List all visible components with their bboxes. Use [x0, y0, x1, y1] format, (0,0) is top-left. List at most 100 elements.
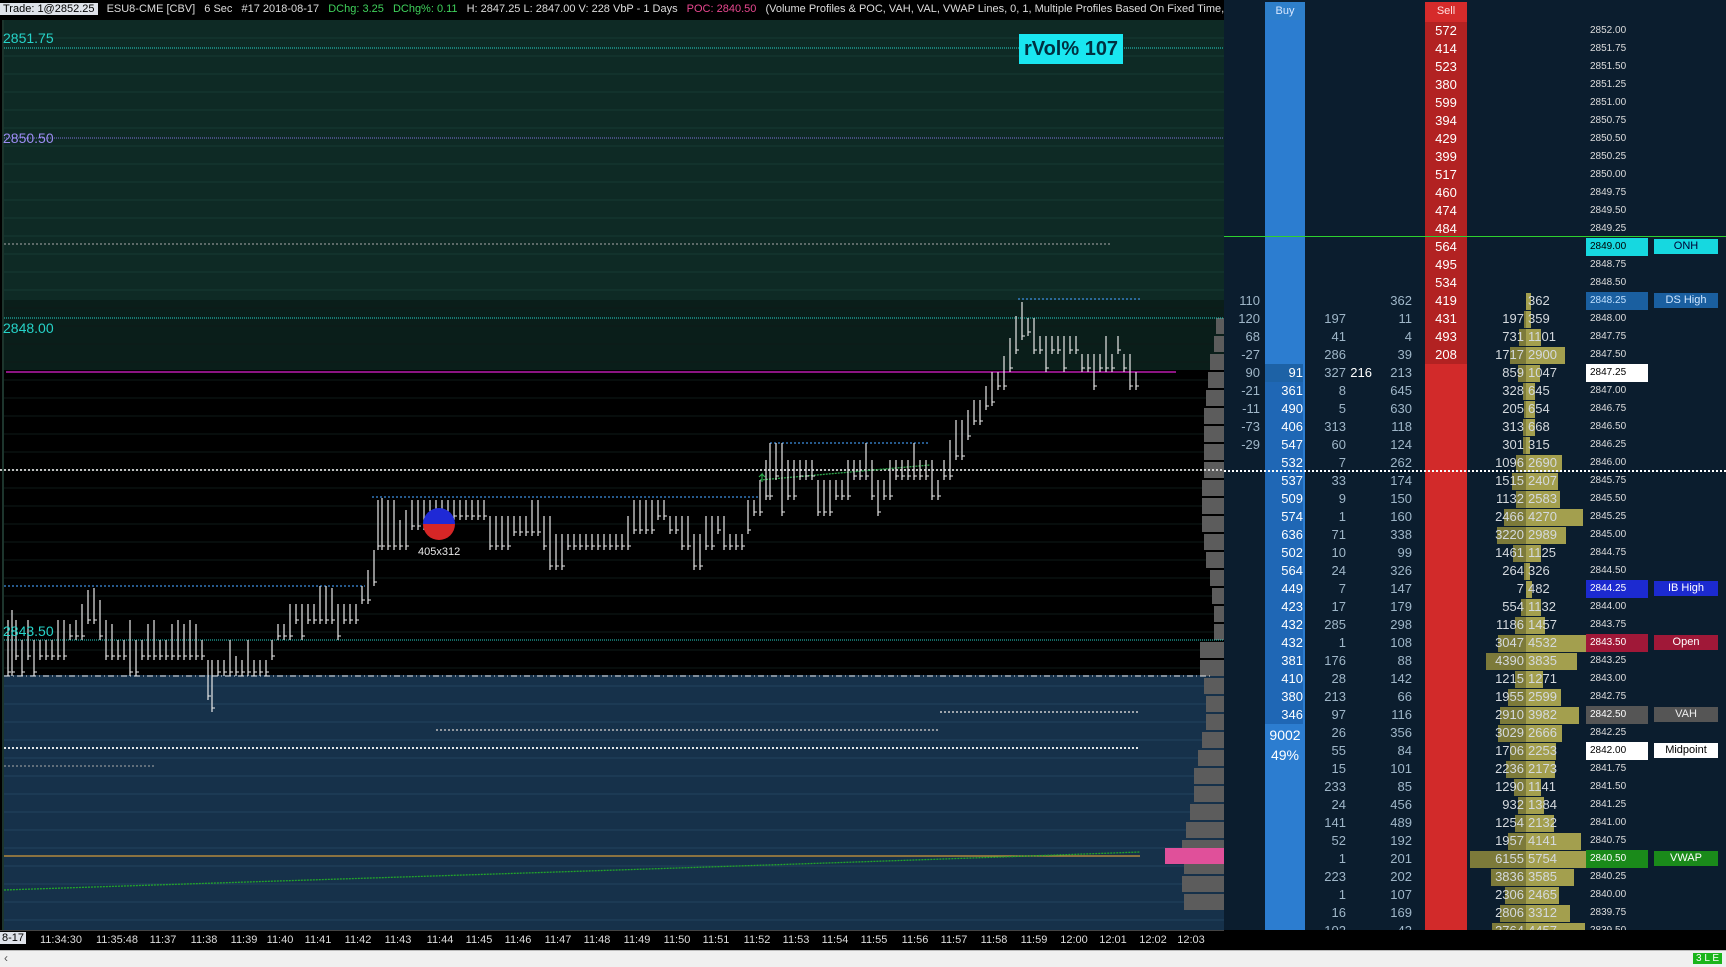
ladder-price-cell[interactable]: 2839.75: [1586, 904, 1648, 922]
sell-volume-cell[interactable]: 495: [1425, 256, 1467, 274]
ladder-price-cell[interactable]: 2851.50: [1586, 58, 1648, 76]
buy-volume-cell[interactable]: 564: [1265, 562, 1303, 580]
buy-volume-cell[interactable]: 432: [1265, 616, 1303, 634]
ladder-price-cell[interactable]: 2843.50: [1586, 634, 1648, 652]
buy-volume-cell[interactable]: 502: [1265, 544, 1303, 562]
mid-profile-band: [4, 300, 1224, 370]
ladder-price-cell[interactable]: 2842.25: [1586, 724, 1648, 742]
sell-volume-cell[interactable]: 460: [1425, 184, 1467, 202]
ladder-price-cell[interactable]: 2851.25: [1586, 76, 1648, 94]
sell-volume-cell[interactable]: 414: [1425, 40, 1467, 58]
ladder-price-cell[interactable]: 2846.50: [1586, 418, 1648, 436]
ladder-price-cell[interactable]: 2847.25: [1586, 364, 1648, 382]
ladder-price-cell[interactable]: 2845.75: [1586, 472, 1648, 490]
buy-volume-cell[interactable]: 432: [1265, 634, 1303, 652]
buy-volume-cell[interactable]: 361: [1265, 382, 1303, 400]
ladder-price-cell[interactable]: 2846.25: [1586, 436, 1648, 454]
status-bar: ‹ 3 L E: [0, 950, 1726, 967]
price-chart[interactable]: Trade: 1@2852.25 ESU8-CME [CBV] 6 Sec #1…: [0, 0, 1224, 930]
ladder-price-cell[interactable]: 2840.50: [1586, 850, 1648, 868]
buy-volume-cell[interactable]: 346: [1265, 706, 1303, 724]
ladder-price-cell[interactable]: 2844.00: [1586, 598, 1648, 616]
ladder-price-cell[interactable]: 2840.75: [1586, 832, 1648, 850]
sell-volume-cell[interactable]: 599: [1425, 94, 1467, 112]
ladder-price-cell[interactable]: 2848.50: [1586, 274, 1648, 292]
ladder-price-cell[interactable]: 2842.00: [1586, 742, 1648, 760]
ladder-price-cell[interactable]: 2841.25: [1586, 796, 1648, 814]
sell-volume-cell[interactable]: 419: [1425, 292, 1467, 310]
ask-volume-cell: 202: [1390, 869, 1412, 884]
ladder-price-cell[interactable]: 2844.50: [1586, 562, 1648, 580]
sell-volume-cell[interactable]: 474: [1425, 202, 1467, 220]
ladder-price-cell[interactable]: 2848.75: [1586, 256, 1648, 274]
buy-volume-cell[interactable]: 380: [1265, 688, 1303, 706]
ladder-price-cell[interactable]: 2845.25: [1586, 508, 1648, 526]
buy-volume-cell[interactable]: 636: [1265, 526, 1303, 544]
ladder-price-cell[interactable]: 2840.00: [1586, 886, 1648, 904]
ladder-price-cell[interactable]: 2843.25: [1586, 652, 1648, 670]
ladder-price-cell[interactable]: 2847.50: [1586, 346, 1648, 364]
buy-volume-cell[interactable]: 547: [1265, 436, 1303, 454]
buy-column-header[interactable]: Buy: [1265, 2, 1305, 20]
ladder-price-cell[interactable]: 2850.25: [1586, 148, 1648, 166]
buy-volume-cell[interactable]: 509: [1265, 490, 1303, 508]
ladder-price-cell[interactable]: 2848.00: [1586, 310, 1648, 328]
sell-volume-cell[interactable]: 493: [1425, 328, 1467, 346]
volume-profile-bar: [1210, 354, 1224, 370]
buy-volume-cell[interactable]: 423: [1265, 598, 1303, 616]
ladder-price-cell[interactable]: 2852.00: [1586, 22, 1648, 40]
buy-volume-cell[interactable]: 574: [1265, 508, 1303, 526]
volume-profile-bar: [1200, 660, 1224, 676]
ladder-price-cell[interactable]: 2845.50: [1586, 490, 1648, 508]
ladder-price-cell[interactable]: 2842.75: [1586, 688, 1648, 706]
scroll-left-icon[interactable]: ‹: [4, 951, 8, 965]
ladder-price-cell[interactable]: 2844.25: [1586, 580, 1648, 598]
ladder-price-cell[interactable]: 2851.00: [1586, 94, 1648, 112]
ladder-price-cell[interactable]: 2843.75: [1586, 616, 1648, 634]
ladder-price-cell[interactable]: 2851.75: [1586, 40, 1648, 58]
ladder-price-cell[interactable]: 2839.50: [1586, 922, 1648, 930]
sell-column-header[interactable]: Sell: [1425, 2, 1467, 20]
sell-volume-cell[interactable]: 429: [1425, 130, 1467, 148]
buy-volume-cell[interactable]: 449: [1265, 580, 1303, 598]
buy-volume-cell[interactable]: 490: [1265, 400, 1303, 418]
buy-volume-cell[interactable]: 91: [1265, 364, 1303, 382]
profile-volume-right-cell: 1132: [1528, 599, 1556, 614]
ladder-price-cell[interactable]: 2844.75: [1586, 544, 1648, 562]
sell-volume-cell[interactable]: 380: [1425, 76, 1467, 94]
ladder-price-cell[interactable]: 2841.75: [1586, 760, 1648, 778]
ladder-price-cell[interactable]: 2846.75: [1586, 400, 1648, 418]
price-ladder-dom[interactable]: Buy Sell 572 2852.00 414 2851.75 523 2851.50 3…: [1224, 0, 1726, 930]
buy-volume-cell[interactable]: 537: [1265, 472, 1303, 490]
ladder-price-cell[interactable]: 2847.75: [1586, 328, 1648, 346]
ladder-price-cell[interactable]: 2842.50: [1586, 706, 1648, 724]
buy-volume-cell[interactable]: 410: [1265, 670, 1303, 688]
buy-volume-cell[interactable]: 381: [1265, 652, 1303, 670]
ladder-price-cell[interactable]: 2841.50: [1586, 778, 1648, 796]
ladder-price-cell[interactable]: 2850.75: [1586, 112, 1648, 130]
ladder-price-cell[interactable]: 2843.00: [1586, 670, 1648, 688]
ladder-price-cell[interactable]: 2848.25: [1586, 292, 1648, 310]
sell-volume-cell[interactable]: 394: [1425, 112, 1467, 130]
sell-volume-cell[interactable]: 399: [1425, 148, 1467, 166]
ladder-price-cell[interactable]: 2849.50: [1586, 202, 1648, 220]
ladder-price-cell[interactable]: 2841.00: [1586, 814, 1648, 832]
ladder-price-cell[interactable]: 2849.75: [1586, 184, 1648, 202]
buy-volume-cell[interactable]: 406: [1265, 418, 1303, 436]
sell-volume-cell[interactable]: 534: [1425, 274, 1467, 292]
sell-volume-cell[interactable]: 572: [1425, 22, 1467, 40]
drawing-marker-circle[interactable]: [423, 508, 455, 540]
ladder-price-cell[interactable]: 2850.50: [1586, 130, 1648, 148]
sell-volume-cell[interactable]: 431: [1425, 310, 1467, 328]
ladder-price-cell[interactable]: 2845.00: [1586, 526, 1648, 544]
sell-volume-cell[interactable]: 208: [1425, 346, 1467, 364]
profile-volume-left-cell: 731: [1502, 329, 1524, 344]
sell-volume-cell[interactable]: 517: [1425, 166, 1467, 184]
sell-volume-cell[interactable]: 564: [1425, 238, 1467, 256]
sell-volume-cell[interactable]: 523: [1425, 58, 1467, 76]
ladder-price-cell[interactable]: 2847.00: [1586, 382, 1648, 400]
ladder-price-cell[interactable]: 2849.00: [1586, 238, 1648, 256]
ladder-price-cell[interactable]: 2850.00: [1586, 166, 1648, 184]
ladder-price-cell[interactable]: 2840.25: [1586, 868, 1648, 886]
profile-volume-right-cell: 4141: [1528, 833, 1557, 848]
